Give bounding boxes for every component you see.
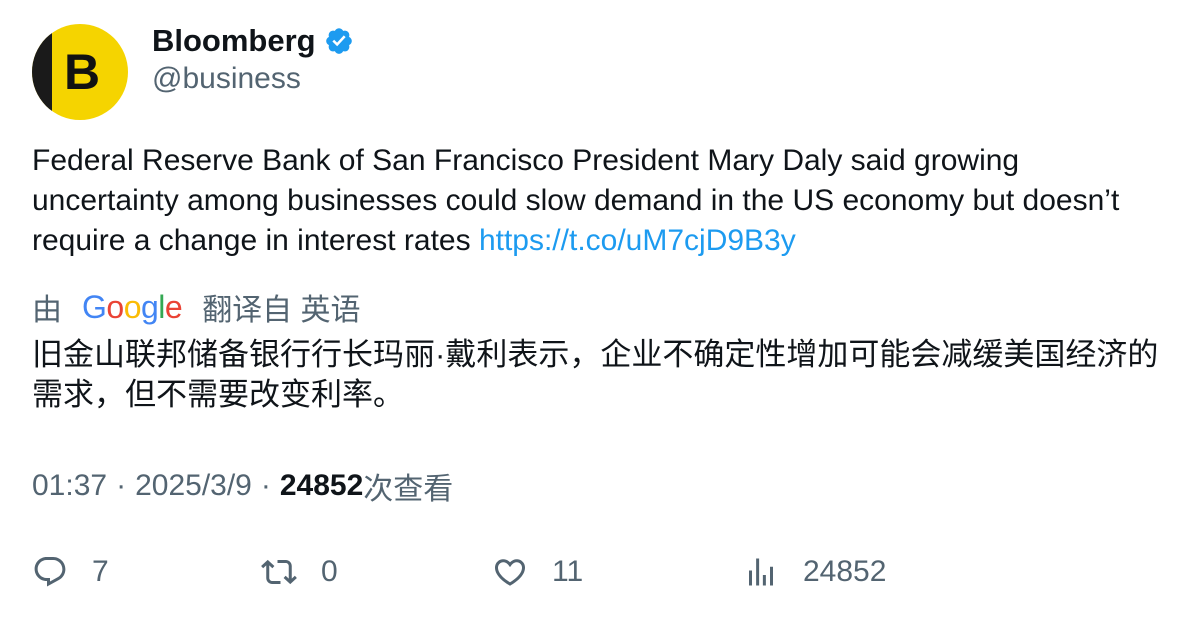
views-count: 24852 <box>279 469 364 502</box>
action-bar: 7 0 11 24852 <box>32 550 1172 594</box>
google-logo-letter: e <box>164 288 183 325</box>
google-logo: Google <box>82 288 183 326</box>
author-names: Bloomberg @business <box>152 22 354 96</box>
views-button[interactable]: 24852 <box>743 550 886 594</box>
like-count: 11 <box>552 555 584 588</box>
display-name[interactable]: Bloomberg <box>152 23 316 59</box>
reply-button[interactable]: 7 <box>32 550 109 594</box>
reply-icon <box>34 557 66 587</box>
meta-separator: · <box>260 469 271 502</box>
tweet-time[interactable]: 01:37 <box>32 469 107 503</box>
meta-separator: · <box>116 469 127 502</box>
translated-from-label[interactable]: 翻译自 英语 <box>202 285 360 329</box>
google-logo-letter: l <box>158 288 165 325</box>
translated-text: 旧金山联邦储备银行行长玛丽·戴利表示，企业不确定性增加可能会减缓美国经济的需求，… <box>32 337 1159 412</box>
avatar-letter: B <box>63 44 101 100</box>
google-logo-letter: g <box>140 288 159 325</box>
author-handle[interactable]: @business <box>152 62 354 96</box>
avatar[interactable]: B <box>32 24 128 120</box>
views-chart-icon <box>749 558 773 586</box>
retweet-icon <box>261 559 297 585</box>
google-logo-letter: o <box>106 288 124 325</box>
views-action-count: 24852 <box>803 555 887 588</box>
translated-by-label: 由 <box>32 294 62 327</box>
tweet-header: B Bloomberg @business <box>32 22 354 120</box>
verified-badge-icon[interactable] <box>324 26 354 56</box>
google-logo-letter: o <box>123 288 142 325</box>
reply-count: 7 <box>92 555 109 588</box>
like-button[interactable]: 11 <box>492 550 583 594</box>
tweet-meta: 01:37 · 2025/3/9 · 24852 次查看 <box>32 464 453 508</box>
retweet-button[interactable]: 0 <box>261 550 338 594</box>
retweet-count: 0 <box>321 555 338 588</box>
name-row: Bloomberg <box>152 22 354 60</box>
tweet-link[interactable]: https://t.co/uM7cjD9B3y <box>479 224 796 257</box>
heart-icon <box>494 559 526 586</box>
translation-attribution: 由 Google 翻译自 英语 <box>32 285 361 329</box>
google-logo-letter: G <box>82 288 107 325</box>
tweet-card: B Bloomberg @business Federal Reserve Ba… <box>0 0 1196 618</box>
tweet-text: Federal Reserve Bank of San Francisco Pr… <box>32 141 1162 261</box>
views-label: 次查看 <box>363 473 454 506</box>
tweet-date[interactable]: 2025/3/9 <box>135 469 252 503</box>
